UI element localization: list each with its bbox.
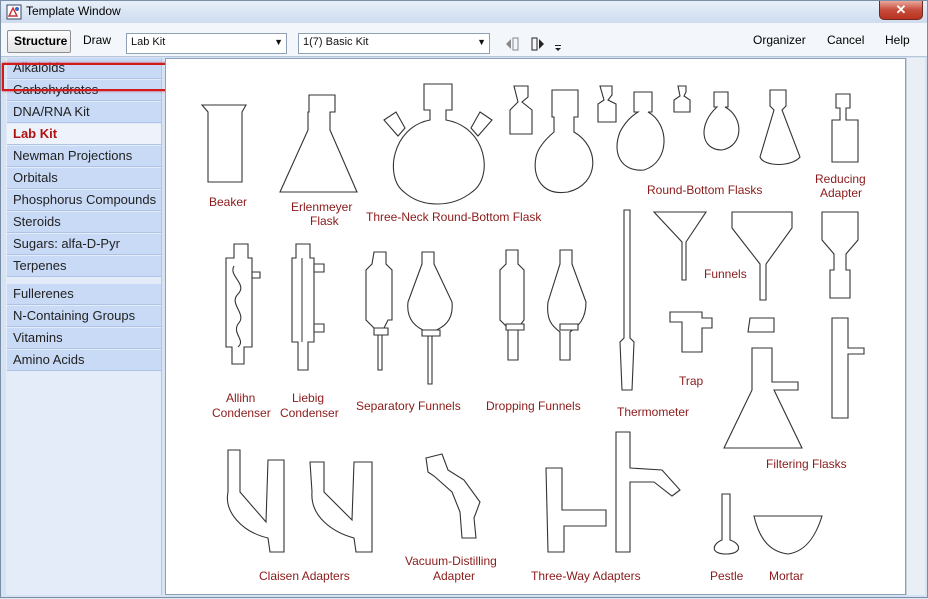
sidebar-item-dna-rna-kit[interactable]: DNA/RNA Kit <box>7 102 161 123</box>
draw-button[interactable]: Draw <box>77 30 117 53</box>
label-three-neck: Three-Neck Round-Bottom Flask <box>366 210 542 224</box>
label-reducing-2: Adapter <box>820 186 862 200</box>
label-dropping: Dropping Funnels <box>486 399 581 413</box>
organizer-button[interactable]: Organizer <box>747 30 812 53</box>
template-category-list: Alkaloids Carbohydrates DNA/RNA Kit Lab … <box>6 58 162 595</box>
previous-page-icon[interactable] <box>506 37 519 51</box>
chevron-down-icon: ▼ <box>274 37 283 47</box>
label-allihn-2: Condenser <box>212 406 271 420</box>
sidebar-item-lab-kit[interactable]: Lab Kit <box>7 124 161 145</box>
help-button[interactable]: Help <box>879 30 916 53</box>
vacuum-distilling-adapter-template[interactable] <box>425 453 481 539</box>
category-select-value: Lab Kit <box>131 36 166 48</box>
sidebar-item-orbitals[interactable]: Orbitals <box>7 168 161 189</box>
dropping-funnels-template[interactable] <box>499 249 587 361</box>
selection-highlight <box>2 63 169 91</box>
window-title: Template Window <box>26 4 121 18</box>
pestle-template[interactable] <box>713 493 740 555</box>
page-select[interactable]: 1(7) Basic Kit ▼ <box>298 33 490 54</box>
label-pestle: Pestle <box>710 569 744 583</box>
label-separatory: Separatory Funnels <box>356 399 461 413</box>
category-select[interactable]: Lab Kit ▼ <box>126 33 287 54</box>
template-window: Template Window ✕ Structure Draw Lab Kit… <box>0 0 928 598</box>
round-bottom-flasks-template[interactable] <box>509 85 801 194</box>
label-vacuum-2: Adapter <box>433 569 475 583</box>
label-filtering: Filtering Flasks <box>766 457 847 471</box>
funnels-template[interactable] <box>652 211 859 301</box>
vertical-scrollbar[interactable] <box>906 58 925 595</box>
label-round-bottom: Round-Bottom Flasks <box>647 183 762 197</box>
more-options-icon[interactable] <box>555 45 561 51</box>
label-liebig-2: Condenser <box>280 406 339 420</box>
structure-button[interactable]: Structure <box>7 30 71 53</box>
next-page-icon[interactable] <box>531 37 544 51</box>
title-bar: Template Window ✕ <box>1 1 927 23</box>
erlenmeyer-flask-template[interactable] <box>279 94 358 193</box>
sidebar-item-terpenes[interactable]: Terpenes <box>7 256 161 277</box>
page-nav-icons <box>506 37 561 51</box>
cancel-button[interactable]: Cancel <box>821 30 870 53</box>
label-claisen: Claisen Adapters <box>259 569 350 583</box>
claisen-adapters-template[interactable] <box>226 449 373 553</box>
label-liebig-1: Liebig <box>292 391 324 405</box>
template-canvas: Beaker Erlenmeyer Flask Three-Neck Round… <box>165 58 906 595</box>
label-beaker: Beaker <box>209 195 247 209</box>
label-thermometer: Thermometer <box>617 405 689 419</box>
sidebar-item-phosphorus-compounds[interactable]: Phosphorus Compounds <box>7 190 161 211</box>
label-erlenmeyer-1: Erlenmeyer <box>291 200 352 214</box>
page-select-value: 1(7) Basic Kit <box>303 36 369 48</box>
lab-kit-drawings: Beaker Erlenmeyer Flask Three-Neck Round… <box>200 83 866 583</box>
reducing-adapter-template[interactable] <box>831 93 859 163</box>
close-button[interactable]: ✕ <box>879 1 923 20</box>
beaker-template[interactable] <box>200 104 247 183</box>
toolbar: Structure Draw Lab Kit ▼ 1(7) Basic Kit ▼ … <box>1 23 927 57</box>
sidebar-item-sugars[interactable]: Sugars: alfa-D-Pyr <box>7 234 161 255</box>
label-three-way: Three-Way Adapters <box>531 569 641 583</box>
filtering-flasks-template[interactable] <box>723 317 865 449</box>
sidebar-item-steroids[interactable]: Steroids <box>7 212 161 233</box>
label-trap: Trap <box>679 374 704 388</box>
chevron-down-icon: ▼ <box>477 37 486 47</box>
sidebar-item-n-containing-groups[interactable]: N-Containing Groups <box>7 306 161 327</box>
label-allihn-1: Allihn <box>226 391 255 405</box>
allihn-condenser-template[interactable] <box>225 243 261 365</box>
liebig-condenser-template[interactable] <box>291 243 325 371</box>
three-neck-flask-template[interactable] <box>383 83 493 205</box>
close-icon: ✕ <box>895 2 907 17</box>
label-vacuum-1: Vacuum-Distilling <box>405 554 497 568</box>
label-erlenmeyer-2: Flask <box>310 214 340 228</box>
sidebar-item-fullerenes[interactable]: Fullerenes <box>7 284 161 305</box>
sidebar-item-amino-acids[interactable]: Amino Acids <box>7 350 161 371</box>
trap-template[interactable] <box>669 311 713 353</box>
sidebar-item-vitamins[interactable]: Vitamins <box>7 328 161 349</box>
three-way-adapters-template[interactable] <box>545 431 681 553</box>
label-funnels: Funnels <box>704 267 747 281</box>
thermometer-template[interactable] <box>619 209 635 391</box>
label-mortar: Mortar <box>769 569 804 583</box>
app-icon <box>6 4 22 20</box>
label-reducing-1: Reducing <box>815 172 866 186</box>
sidebar-item-newman-projections[interactable]: Newman Projections <box>7 146 161 167</box>
separatory-funnels-template[interactable] <box>365 251 453 385</box>
mortar-template[interactable] <box>753 515 823 555</box>
